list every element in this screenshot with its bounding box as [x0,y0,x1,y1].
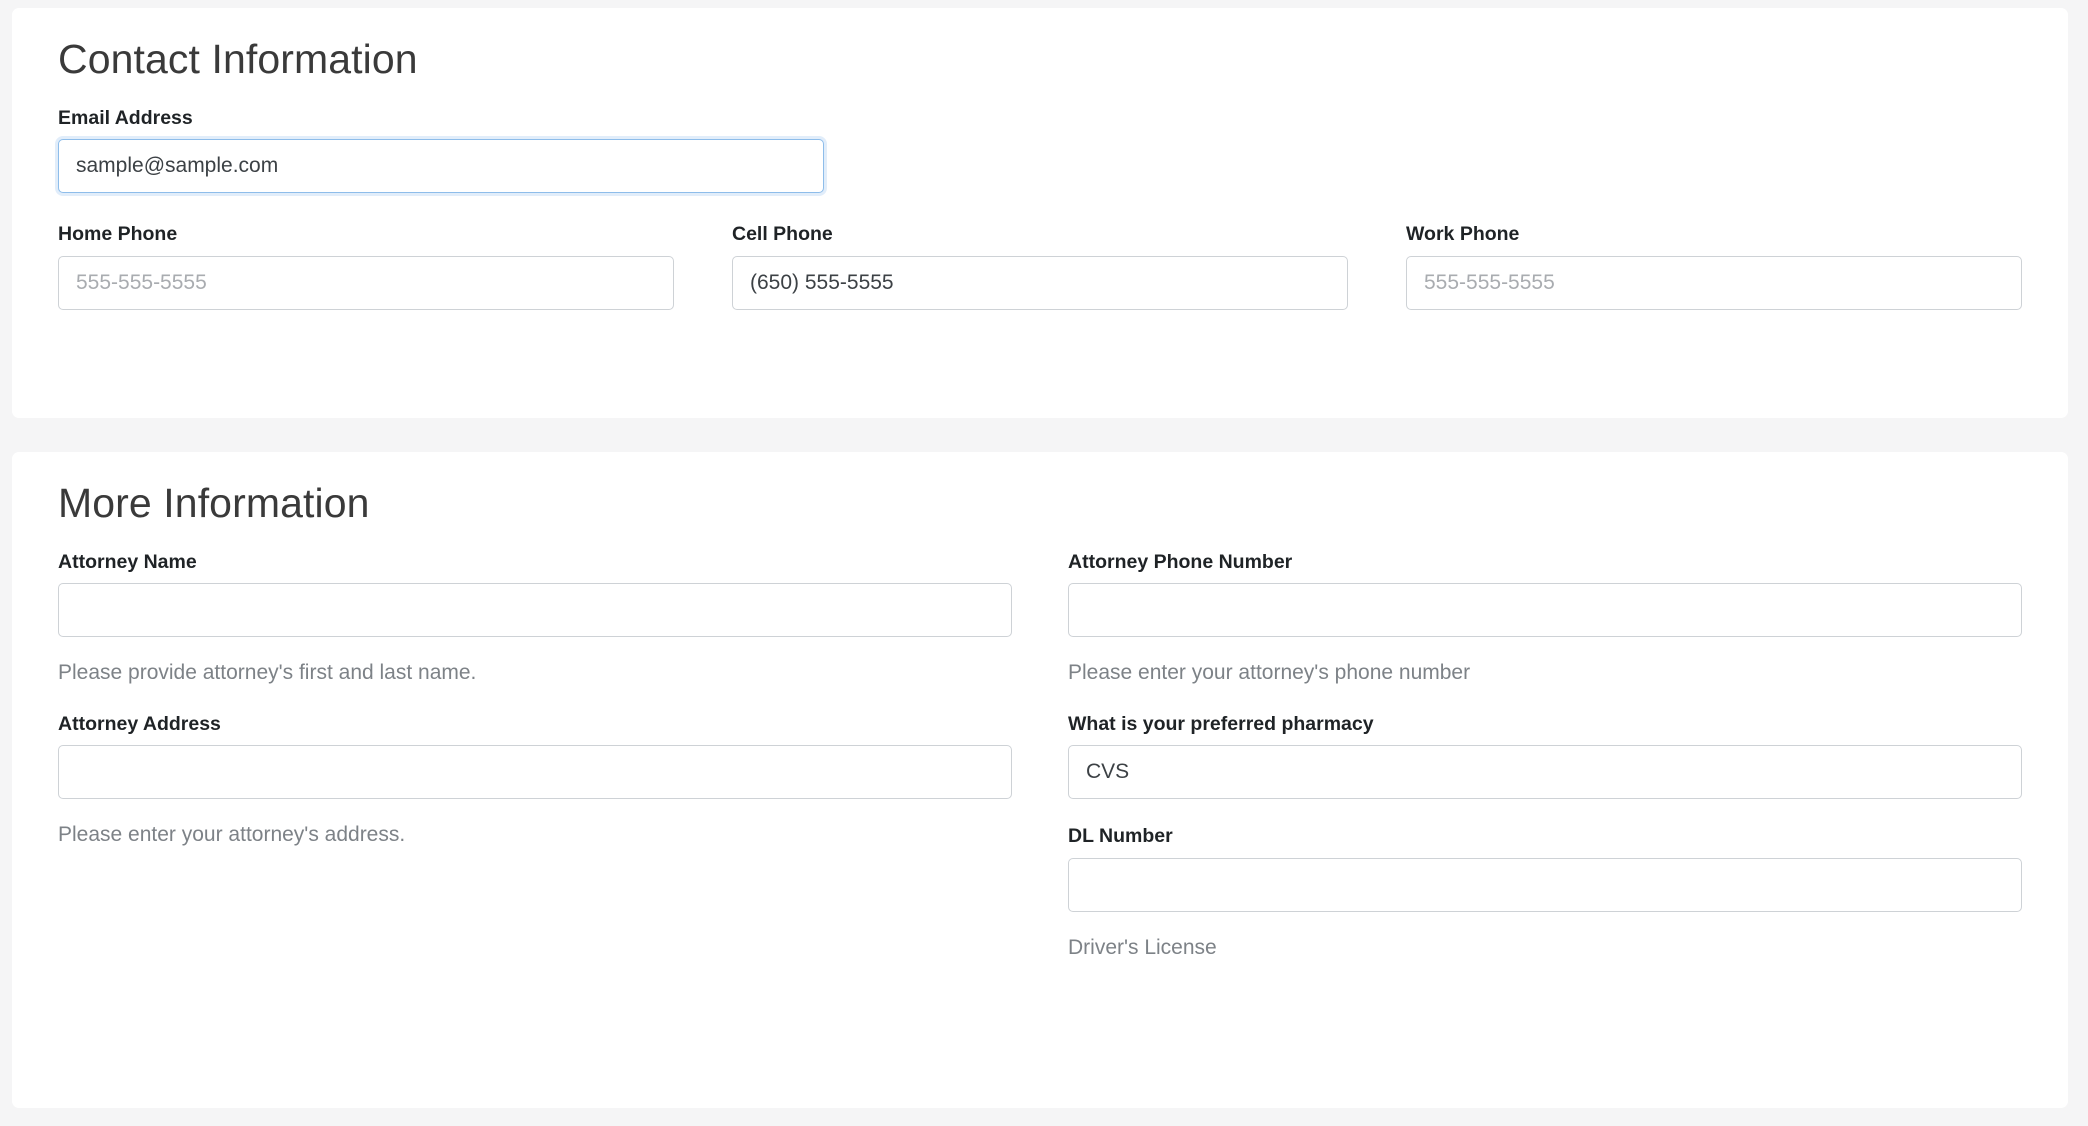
dl-number-field-group: DL Number Driver's License [1068,825,2022,961]
home-phone-field-group: Home Phone 555-555-5555 [58,223,674,310]
form-page: Contact Information Email Address sample… [0,0,2088,1126]
attorney-name-field-group: Attorney Name Please provide attorney's … [58,551,1012,687]
attorney-phone-help-text: Please enter your attorney's phone numbe… [1068,661,1471,685]
attorney-address-input[interactable] [58,745,1012,800]
attorney-address-help-text: Please enter your attorney's address. [58,823,406,847]
more-information-right-column: Attorney Phone Number Please enter your … [1068,551,2022,961]
attorney-phone-field-group: Attorney Phone Number Please enter your … [1068,551,2022,687]
work-phone-label: Work Phone [1406,223,1520,246]
attorney-name-help-text: Please provide attorney's first and last… [58,661,477,685]
dl-number-help-text: Driver's License [1068,935,1217,959]
cell-phone-input[interactable]: (650) 555-5555 [732,255,1348,310]
more-information-card: More Information Attorney Name Please pr… [12,452,2068,1108]
more-information-heading: More Information [58,480,370,526]
attorney-address-field-group: Attorney Address Please enter your attor… [58,713,1012,849]
phone-numbers-row: Home Phone 555-555-5555 Cell Phone (650)… [58,223,2022,310]
home-phone-label: Home Phone [58,223,178,246]
email-address-input[interactable]: sample@sample.com [58,139,824,194]
more-information-left-column: Attorney Name Please provide attorney's … [58,551,1012,961]
cell-phone-label: Cell Phone [732,223,833,246]
email-address-field-group: Email Address sample@sample.com [58,107,824,194]
attorney-phone-input[interactable] [1068,583,2022,638]
contact-information-card: Contact Information Email Address sample… [12,8,2068,418]
work-phone-field-group: Work Phone 555-555-5555 [1406,223,2022,310]
dl-number-input[interactable] [1068,857,2022,912]
preferred-pharmacy-field-group: What is your preferred pharmacy CVS [1068,712,2022,800]
home-phone-input[interactable]: 555-555-5555 [58,255,674,310]
cell-phone-field-group: Cell Phone (650) 555-5555 [732,223,1348,310]
email-address-label: Email Address [58,107,193,130]
attorney-name-label: Attorney Name [58,551,197,574]
dl-number-label: DL Number [1068,825,1173,848]
attorney-name-input[interactable] [58,583,1012,638]
preferred-pharmacy-label: What is your preferred pharmacy [1068,712,1374,735]
contact-information-heading: Contact Information [58,36,418,82]
more-information-columns: Attorney Name Please provide attorney's … [58,551,2022,961]
preferred-pharmacy-input[interactable]: CVS [1068,745,2022,800]
attorney-address-label: Attorney Address [58,712,221,735]
work-phone-input[interactable]: 555-555-5555 [1406,255,2022,310]
attorney-phone-label: Attorney Phone Number [1068,551,1293,574]
